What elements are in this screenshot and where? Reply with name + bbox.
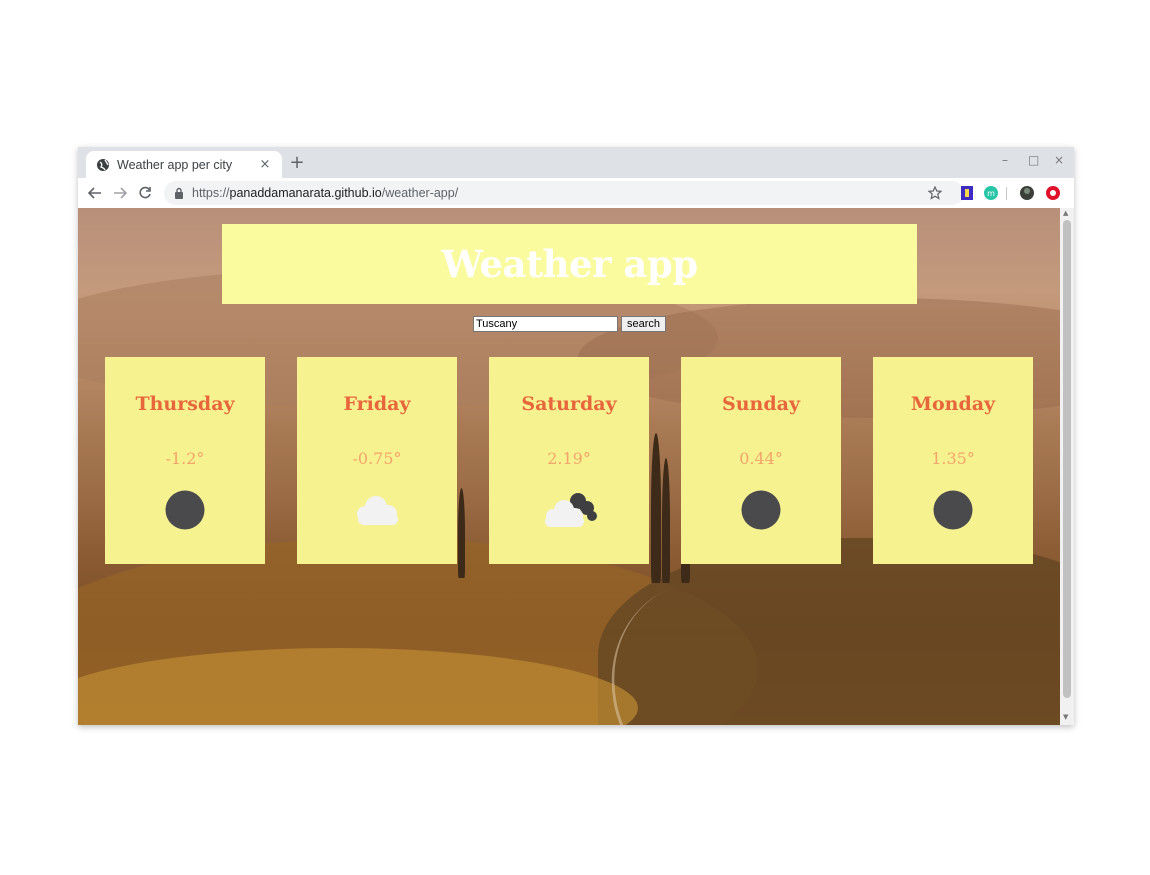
extension-red-icon[interactable] xyxy=(1046,186,1060,200)
profile-avatar-icon[interactable] xyxy=(1020,186,1034,200)
scroll-up-icon[interactable]: ▲ xyxy=(1063,209,1068,217)
back-button[interactable] xyxy=(86,184,104,202)
background-tree xyxy=(662,458,670,583)
forecast-card: Thursday -1.2° xyxy=(105,357,265,564)
background-tree xyxy=(458,488,465,578)
forecast-temp: 2.19° xyxy=(547,449,591,468)
tab-weather-app[interactable]: Weather app per city × xyxy=(86,151,282,178)
broken-clouds-icon xyxy=(545,493,597,527)
minimize-button[interactable]: – xyxy=(1002,153,1008,167)
window-close-button[interactable]: × xyxy=(1054,153,1064,167)
forecast-icon xyxy=(923,488,983,532)
maximize-button[interactable]: □ xyxy=(1028,153,1039,167)
browser-toolbar: https://panaddamanarata.github.io/weathe… xyxy=(78,178,1074,208)
forecast-temp: -0.75° xyxy=(352,449,402,468)
forecast-icon xyxy=(731,488,791,532)
forecast-day: Friday xyxy=(343,393,411,415)
new-tab-button[interactable]: + xyxy=(288,154,306,172)
dark-circle-icon xyxy=(933,490,973,530)
forecast-day: Monday xyxy=(910,393,996,415)
forward-button[interactable] xyxy=(111,184,129,202)
cloud-icon xyxy=(357,496,398,525)
tab-strip: Weather app per city × + – □ × xyxy=(78,147,1074,178)
url-host: panaddamanarata.github.io xyxy=(229,186,382,200)
url-text: https://panaddamanarata.github.io/weathe… xyxy=(192,186,458,200)
forecast-card: Saturday 2.19° xyxy=(489,357,649,564)
dark-circle-icon xyxy=(741,490,781,530)
extension-m-icon[interactable]: m xyxy=(984,186,998,200)
url-path: /weather-app/ xyxy=(381,186,459,200)
star-icon[interactable] xyxy=(928,186,942,200)
forecast-day: Thursday xyxy=(135,393,235,415)
svg-text:m: m xyxy=(987,189,995,198)
tab-title: Weather app per city xyxy=(117,157,233,172)
forecast-icon xyxy=(539,488,599,532)
forecast-temp: -1.2° xyxy=(165,449,205,468)
forecast-temp: 0.44° xyxy=(739,449,783,468)
url-scheme: https:// xyxy=(192,186,230,200)
scroll-down-icon[interactable]: ▼ xyxy=(1063,713,1068,721)
dark-circle-icon xyxy=(165,490,205,530)
forecast-card: Monday 1.35° xyxy=(873,357,1033,564)
forecast-day: Sunday xyxy=(722,393,800,415)
header-banner: Weather app xyxy=(222,224,917,304)
page-title: Weather app xyxy=(441,242,698,286)
forecast-icon xyxy=(347,488,407,532)
address-bar[interactable]: https://panaddamanarata.github.io/weathe… xyxy=(164,181,964,205)
arrow-left-icon xyxy=(88,187,101,199)
tab-close-icon[interactable]: × xyxy=(258,157,272,172)
search-button[interactable]: search xyxy=(621,316,666,332)
scrollbar-thumb[interactable] xyxy=(1063,220,1071,698)
reload-button[interactable] xyxy=(136,184,154,202)
background-tree xyxy=(651,433,661,583)
browser-window: Weather app per city × + – □ × https://p… xyxy=(78,147,1074,725)
forecast-day: Saturday xyxy=(521,393,617,415)
toolbar-divider xyxy=(1006,187,1007,200)
globe-icon xyxy=(97,158,109,171)
city-search-input[interactable] xyxy=(473,316,618,332)
page-viewport: Weather app search Thursday -1.2° Friday… xyxy=(78,208,1060,725)
forecast-card: Sunday 0.44° xyxy=(681,357,841,564)
forecast-temp: 1.35° xyxy=(931,449,975,468)
forecast-card: Friday -0.75° xyxy=(297,357,457,564)
arrow-right-icon xyxy=(114,187,127,199)
lock-icon xyxy=(175,187,183,199)
forecast-icon xyxy=(155,488,215,532)
reload-icon xyxy=(139,186,151,199)
vertical-scrollbar[interactable]: ▲ ▼ xyxy=(1060,208,1074,725)
search-form: search xyxy=(473,316,666,333)
extension-bookmark-icon[interactable] xyxy=(960,186,974,200)
